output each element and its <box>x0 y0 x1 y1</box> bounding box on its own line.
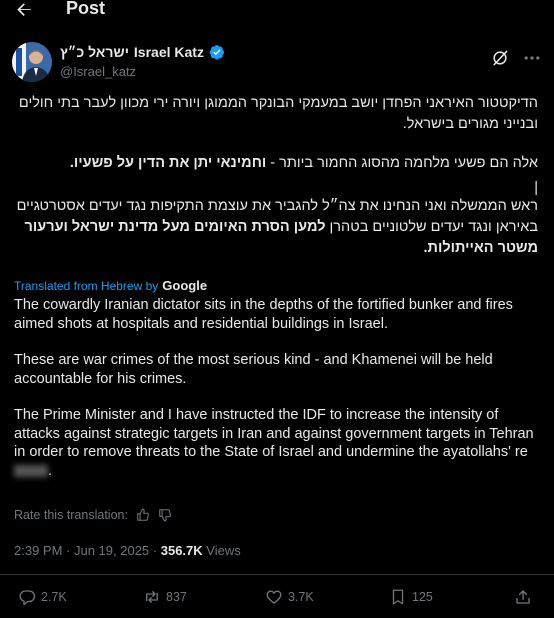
thumbs-down-icon[interactable] <box>158 508 172 522</box>
post-meta: 2:39 PM · Jun 19, 2025 · 356.7K Views <box>14 543 241 558</box>
post-header: ישראל כ״ץ Israel Katz @Israel_katz <box>12 42 542 84</box>
rate-translation: Rate this translation: <box>14 508 172 522</box>
translation-paragraph-3-text: The Prime Minister and I have instructed… <box>14 407 534 460</box>
divider <box>0 574 554 575</box>
share-button[interactable] <box>514 588 532 606</box>
post-text-hebrew: הדיקטטור האיראני הפחדן יושב במעמקי הבונק… <box>14 93 538 277</box>
verified-badge-icon <box>209 45 224 60</box>
page-title: Post <box>66 0 106 18</box>
like-button[interactable]: 3.7K <box>265 588 314 606</box>
meta-separator: · <box>62 543 74 558</box>
share-icon <box>516 590 530 604</box>
meta-separator: · <box>149 543 161 558</box>
translation-paragraph-1: The cowardly Iranian dictator sits in th… <box>14 297 513 332</box>
bookmark-icon <box>392 589 404 605</box>
arrow-left-icon[interactable] <box>14 0 34 20</box>
top-bar: Post <box>0 0 554 22</box>
avatar[interactable] <box>12 42 52 82</box>
hebrew-paragraph-3: ראש הממשלה ואני הנחינו את צה״ל להגביר את… <box>14 196 538 259</box>
author-name-line[interactable]: ישראל כ״ץ Israel Katz <box>60 44 225 60</box>
thumbs-up-icon[interactable] <box>136 508 150 522</box>
heart-icon <box>266 590 282 604</box>
post-text-translation: The cowardly Iranian dictator sits in th… <box>14 296 542 498</box>
hebrew-paragraph-2-bold: וחמינאי יתן את הדין על פשעיו. <box>69 155 267 171</box>
text-caret: | <box>534 180 538 196</box>
google-logo: Google <box>162 278 208 293</box>
grok-icon[interactable] <box>490 48 510 68</box>
reply-count: 2.7K <box>41 590 67 604</box>
translation-paragraph-2: These are war crimes of the most serious… <box>14 352 493 387</box>
author-name-hebrew[interactable]: ישראל כ״ץ <box>60 44 129 60</box>
translation-label[interactable]: Translated from Hebrew by Google <box>14 278 207 293</box>
repost-icon <box>146 591 158 603</box>
views-count: 356.7K <box>160 543 203 558</box>
obscured-text-blur <box>14 464 48 477</box>
like-count: 3.7K <box>288 590 314 604</box>
repost-count: 837 <box>166 590 187 604</box>
translation-paragraph-3-tail: . <box>48 462 53 479</box>
bookmark-button[interactable]: 125 <box>389 588 433 606</box>
hebrew-paragraph-1: הדיקטטור האיראני הפחדן יושב במעמקי הבונק… <box>18 95 538 132</box>
rate-translation-label: Rate this translation: <box>14 508 128 522</box>
hebrew-paragraph-2: אלה הם פשעי מלחמה מהסוג החמור ביותר - וח… <box>14 153 538 174</box>
bookmark-count: 125 <box>412 590 433 604</box>
post-time[interactable]: 2:39 PM <box>14 543 62 558</box>
more-options-icon[interactable] <box>522 50 542 66</box>
author-handle[interactable]: @Israel_katz <box>60 64 136 79</box>
action-bar: 2.7K 837 3.7K 125 <box>0 588 554 610</box>
hebrew-paragraph-2-text: אלה הם פשעי מלחמה מהסוג החמור ביותר - <box>266 155 538 171</box>
repost-button[interactable]: 837 <box>143 588 187 606</box>
translation-paragraph-3: The Prime Minister and I have instructed… <box>14 406 542 480</box>
author-name[interactable]: Israel Katz <box>134 44 204 60</box>
reply-button[interactable]: 2.7K <box>18 588 67 606</box>
reply-icon <box>19 590 36 606</box>
translation-source-text[interactable]: Translated from Hebrew by <box>14 279 158 293</box>
views-label: Views <box>206 543 241 558</box>
post-date[interactable]: Jun 19, 2025 <box>74 543 149 558</box>
